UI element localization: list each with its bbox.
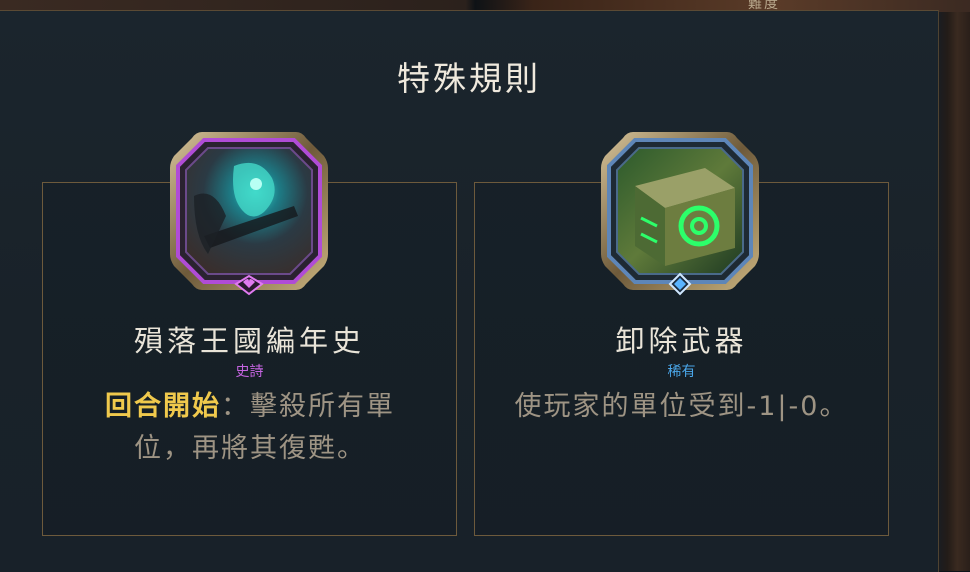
keyword-round-start: 回合開始 — [105, 391, 221, 422]
rarity-label: 稀有 — [667, 364, 696, 380]
shadow-knight-portrait-icon — [164, 126, 334, 296]
rule-description: 回合開始：擊殺所有單 位，再將其復甦。 — [80, 386, 420, 470]
rule-description: 使玩家的單位受到-1|-0。 — [514, 391, 849, 422]
panel-title: 特殊規則 — [397, 59, 541, 98]
description-line2: 位，再將其復甦。 — [134, 433, 366, 464]
rule-name: 卸除武器 — [615, 324, 748, 358]
rarity-label: 史詩 — [235, 364, 264, 380]
rule-name: 殞落王國編年史 — [133, 324, 365, 358]
background-art-edge — [938, 12, 970, 571]
description-line1: ：擊殺所有單 — [221, 391, 395, 422]
green-rune-crate-icon — [595, 126, 765, 296]
